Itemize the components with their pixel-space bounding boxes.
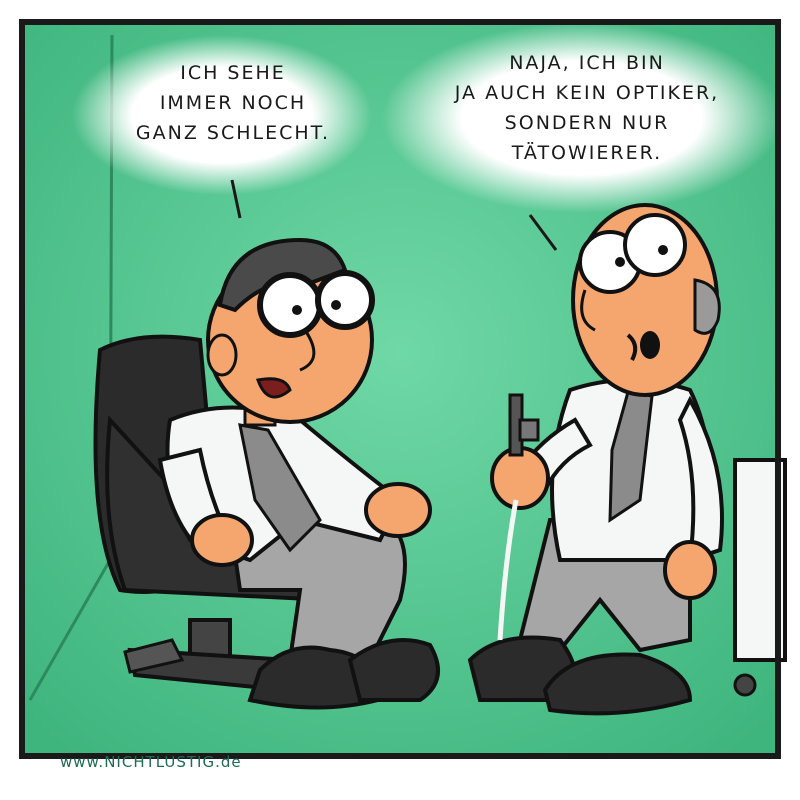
speech-line: IMMER NOCH bbox=[159, 92, 307, 114]
speech-line: NAJA, ICH BIN bbox=[509, 52, 665, 74]
speech-line: ICH SEHE bbox=[180, 62, 286, 84]
speech-text-right: NAJA, ICH BIN JA AUCH KEIN OPTIKER, SOND… bbox=[412, 48, 762, 168]
speech-line: SONDERN NUR bbox=[504, 112, 670, 134]
speech-line: TÄTOWIERER. bbox=[511, 142, 663, 164]
speech-text-left: ICH SEHE IMMER NOCH GANZ SCHLECHT. bbox=[108, 58, 358, 148]
site-credit: www.NICHTLUSTIG.de bbox=[60, 753, 242, 771]
speech-line: GANZ SCHLECHT. bbox=[135, 122, 331, 144]
speech-line: JA AUCH KEIN OPTIKER, bbox=[454, 82, 720, 104]
